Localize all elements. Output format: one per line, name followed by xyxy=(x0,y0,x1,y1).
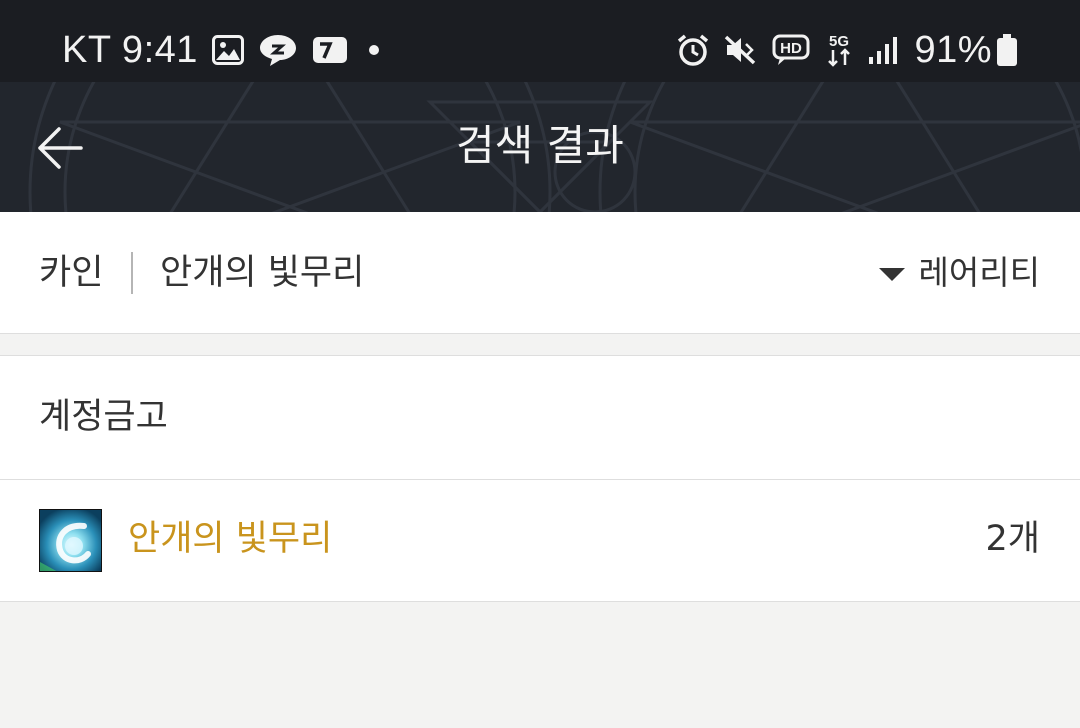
more-dot-icon xyxy=(368,44,380,56)
carrier-time: KT 9:41 xyxy=(62,29,198,71)
section-title: 계정금고 xyxy=(39,397,168,437)
status-bar-left: KT 9:41 xyxy=(62,26,380,74)
search-term[interactable]: 안개의 빛무리 xyxy=(160,248,364,298)
section-gap xyxy=(0,334,1080,356)
sort-label: 레어리티 xyxy=(918,253,1040,292)
svg-text:5G: 5G xyxy=(829,33,849,50)
hd-voice-icon: HD xyxy=(772,34,810,66)
item-count: 2개 xyxy=(985,519,1040,559)
item-icon xyxy=(39,509,102,572)
notification-app-icon xyxy=(312,36,348,64)
5g-icon: 5G xyxy=(824,32,854,68)
list-item[interactable]: 안개의 빛무리 2개 xyxy=(0,480,1080,602)
battery-percent: 91% xyxy=(914,29,992,71)
gallery-icon xyxy=(211,35,244,65)
item-name: 안개의 빛무리 xyxy=(128,519,333,559)
mute-icon xyxy=(724,34,758,66)
alarm-icon xyxy=(676,33,710,67)
caret-down-icon xyxy=(878,267,905,281)
battery-icon xyxy=(996,33,1018,67)
messenger-icon xyxy=(258,33,298,67)
status-bar: KT 9:41 HD 5G 91% xyxy=(0,0,1080,82)
app-header: 검색 결과 xyxy=(0,82,1080,212)
server-filter[interactable]: 카인 xyxy=(39,248,103,298)
signal-icon xyxy=(868,35,898,65)
empty-area xyxy=(0,602,1080,728)
sort-dropdown[interactable]: 레어리티 xyxy=(878,248,1040,298)
page-title: 검색 결과 xyxy=(456,121,624,170)
section-header: 계정금고 xyxy=(0,356,1080,480)
svg-text:HD: HD xyxy=(781,40,803,57)
filter-bar: 카인 안개의 빛무리 레어리티 xyxy=(0,212,1080,334)
status-bar-right: HD 5G 91% xyxy=(662,26,1018,74)
breadcrumb-divider xyxy=(131,252,133,294)
